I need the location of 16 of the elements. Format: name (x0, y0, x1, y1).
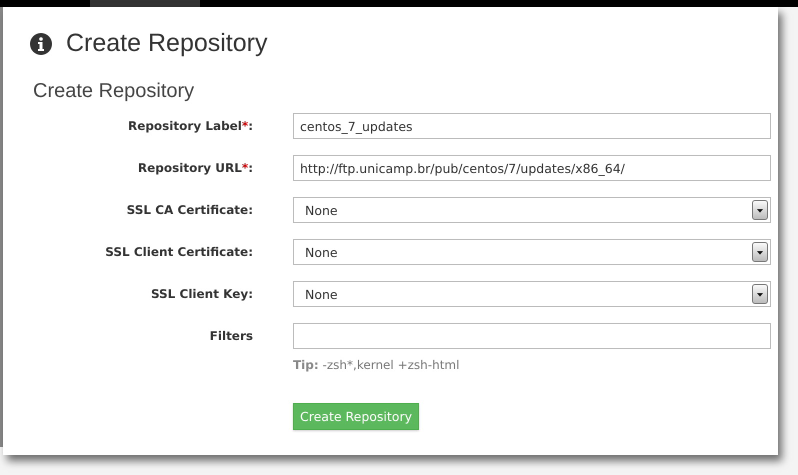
field-label: SSL Client Certificate: (104, 245, 253, 259)
info-icon (30, 32, 52, 54)
tip-text: Tip: -zsh*,kernel +zsh-html (293, 358, 460, 372)
select-field[interactable]: None (293, 197, 771, 223)
field-label: Repository URL*: (136, 161, 253, 175)
input-field[interactable]: http://ftp.unicamp.br/pub/centos/7/updates/x86_64/ (293, 155, 771, 181)
select-field[interactable]: None (293, 239, 771, 265)
select-field[interactable]: None (293, 281, 771, 307)
field-label: SSL CA Certificate: (126, 203, 253, 217)
section-title: Create Repository (33, 80, 194, 103)
field-label: SSL Client Key: (150, 287, 253, 301)
input-field[interactable] (293, 323, 771, 349)
field-label: Filters (208, 329, 253, 343)
page-title: Create Repository (66, 29, 268, 58)
input-field[interactable]: centos_7_updates (293, 113, 771, 139)
field-label: Repository Label*: (126, 119, 253, 133)
